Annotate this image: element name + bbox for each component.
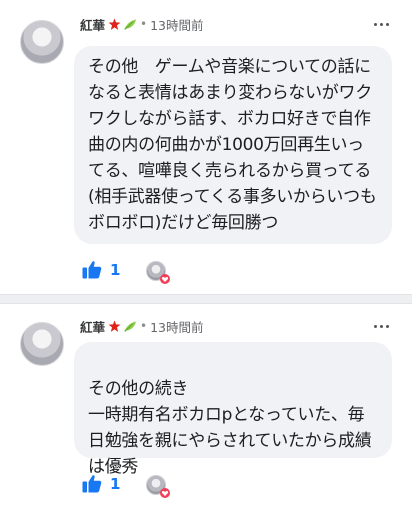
heart-icon bbox=[160, 274, 170, 284]
green-leaf-icon bbox=[124, 321, 137, 332]
more-options-icon[interactable] bbox=[370, 16, 392, 32]
comment-text: その他 ゲームや音楽についての話になると表情はあまり変わらないがワクワクしながら… bbox=[88, 57, 377, 233]
like-count: 1 bbox=[110, 260, 121, 279]
author-name[interactable]: 紅華 bbox=[80, 15, 105, 34]
like-reaction[interactable]: 1 bbox=[82, 260, 120, 279]
author-name[interactable]: 紅華 bbox=[80, 317, 105, 336]
comment-divider bbox=[0, 294, 412, 304]
like-reaction[interactable]: 1 bbox=[82, 474, 120, 493]
like-count: 1 bbox=[110, 474, 121, 493]
red-leaf-icon bbox=[108, 320, 121, 332]
timestamp[interactable]: 13時間前 bbox=[150, 15, 203, 34]
comment-header: 紅華 • 13時間前 bbox=[80, 14, 204, 34]
heart-icon bbox=[160, 488, 170, 498]
separator-dot: • bbox=[140, 319, 148, 333]
separator-dot: • bbox=[140, 17, 148, 31]
thumbs-up-icon bbox=[82, 475, 102, 493]
comment-text: その他の続き 一時期有名ボカロpとなっていた、毎日勉強を親にやらされていたから成… bbox=[88, 379, 372, 477]
comment-bubble[interactable]: その他の続き 一時期有名ボカロpとなっていた、毎日勉強を親にやらされていたから成… bbox=[74, 342, 392, 477]
comment-2: 紅華 • 13時間前 その他の続き 一時期有名ボカロpとなっていた、毎日勉強を親… bbox=[0, 304, 412, 512]
comment-bubble[interactable]: その他 ゲームや音楽についての話になると表情はあまり変わらないがワクワクしながら… bbox=[74, 46, 392, 244]
timestamp[interactable]: 13時間前 bbox=[150, 317, 203, 336]
red-leaf-icon bbox=[108, 18, 121, 30]
thumbs-up-icon bbox=[82, 261, 102, 279]
avatar[interactable] bbox=[20, 20, 64, 64]
avatar[interactable] bbox=[20, 322, 64, 366]
green-leaf-icon bbox=[124, 19, 137, 30]
comment-header: 紅華 • 13時間前 bbox=[80, 316, 204, 336]
comment-1: 紅華 • 13時間前 その他 ゲームや音楽についての話になると表情はあまり変わら… bbox=[0, 0, 412, 294]
more-options-icon[interactable] bbox=[370, 318, 392, 334]
